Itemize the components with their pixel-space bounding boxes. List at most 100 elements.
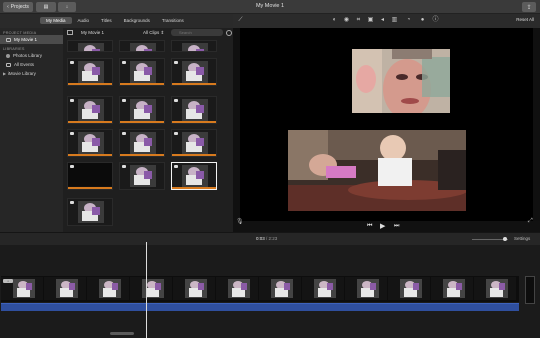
browser-settings-icon[interactable]: [226, 30, 232, 36]
frame-image: [302, 277, 344, 300]
sidebar-item-photos-library[interactable]: Photos Library: [0, 51, 63, 60]
end-clip[interactable]: [525, 276, 535, 304]
clip-image: [120, 97, 164, 123]
crop-icon[interactable]: ⌗: [355, 17, 362, 24]
filmstrip-frame: [259, 277, 302, 300]
media-tabs-bar: My Media Audio Titles Backgrounds Transi…: [0, 14, 233, 28]
filmstrip-frame: [302, 277, 345, 300]
tab-transitions[interactable]: Transitions: [156, 17, 190, 24]
camera-icon: [70, 132, 74, 135]
microphone-icon[interactable]: 🎙: [236, 218, 244, 225]
media-clip-thumbnail[interactable]: [119, 40, 165, 52]
reset-all-button[interactable]: Reset All: [516, 17, 534, 22]
media-clip-thumbnail[interactable]: [67, 58, 113, 86]
media-clip-thumbnail[interactable]: [119, 96, 165, 124]
clip-image: [68, 199, 112, 225]
clip-frame: [120, 130, 164, 156]
clip-frame: [68, 163, 112, 186]
video-canvas: [240, 28, 533, 221]
clip-frame: [120, 59, 164, 85]
sidebar-toggle-icon[interactable]: [67, 30, 73, 35]
used-clip-indicator: [172, 83, 216, 85]
sidebar-item-project[interactable]: My Movie 1: [0, 35, 63, 44]
sidebar-item-imovie-library[interactable]: ▶ iMovie Library: [0, 69, 63, 78]
noise-reduction-icon[interactable]: ▥: [391, 17, 398, 24]
camera-icon: [122, 99, 126, 102]
clip-frame: [172, 41, 216, 51]
speed-icon[interactable]: ◔: [405, 17, 412, 24]
media-clip-thumbnail[interactable]: [67, 198, 113, 226]
used-clip-indicator: [120, 187, 164, 189]
media-clip-thumbnail[interactable]: [67, 40, 113, 52]
clip-image: [68, 130, 112, 156]
face-image: [352, 49, 450, 113]
media-clip-thumbnail[interactable]: [67, 129, 113, 157]
playhead[interactable]: [146, 242, 147, 338]
search-input[interactable]: [171, 29, 223, 36]
fullscreen-icon[interactable]: ⤢: [528, 218, 533, 225]
clip-image: [172, 59, 216, 85]
sidebar-item-all-events[interactable]: All Events: [0, 60, 63, 69]
frame-image: [87, 277, 129, 300]
clip-filter-dropdown[interactable]: All Clips ⇕: [143, 30, 164, 36]
frame-image: [474, 277, 516, 300]
timeline-scrollbar[interactable]: [110, 332, 134, 335]
frame-image: [388, 277, 430, 300]
media-clip-thumbnail[interactable]: [67, 96, 113, 124]
media-clip-thumbnail[interactable]: [171, 162, 217, 190]
clip-image: [172, 130, 216, 156]
clip-frame: [120, 41, 164, 51]
filmstrip-frame: [130, 277, 173, 300]
main-video-frame: [288, 130, 466, 211]
share-icon: ⇪: [526, 4, 532, 11]
share-button[interactable]: ⇪: [522, 2, 536, 12]
disclosure-triangle-icon[interactable]: ▶: [3, 71, 6, 76]
title-bar: ‹ Projects ▤ ↓ My Movie 1 ⇪: [0, 0, 540, 14]
chevron-updown-icon: ⇕: [160, 30, 165, 35]
used-clip-indicator: [172, 154, 216, 156]
video-track[interactable]: [1, 276, 519, 302]
sidebar-item-label: All Events: [14, 62, 35, 67]
audio-track[interactable]: [1, 303, 519, 311]
media-clip-thumbnail[interactable]: [171, 40, 217, 52]
media-clip-thumbnail[interactable]: [171, 58, 217, 86]
media-clip-thumbnail[interactable]: [67, 162, 113, 190]
color-correction-icon[interactable]: ◉: [343, 17, 350, 24]
skip-forward-icon[interactable]: ⏭: [394, 223, 399, 230]
clip-frame: [68, 199, 112, 225]
info-icon[interactable]: ⓘ: [432, 17, 439, 24]
zoom-slider-knob[interactable]: [503, 237, 507, 241]
playback-controls: ⏮ ▶ ⏭: [233, 221, 540, 232]
sidebar-item-label: My Movie 1: [14, 37, 38, 42]
color-balance-icon[interactable]: ◐: [331, 17, 338, 24]
events-icon: [6, 62, 11, 67]
frame-image: [216, 277, 258, 300]
media-clip-thumbnail[interactable]: [171, 129, 217, 157]
skip-back-icon[interactable]: ⏮: [367, 223, 372, 230]
play-icon[interactable]: ▶: [380, 222, 385, 230]
clip-frame: [68, 130, 112, 156]
tab-backgrounds[interactable]: Backgrounds: [118, 17, 156, 24]
media-clip-thumbnail[interactable]: [171, 96, 217, 124]
media-clip-thumbnail[interactable]: [119, 58, 165, 86]
media-clip-thumbnail[interactable]: [119, 162, 165, 190]
used-clip-indicator: [68, 121, 112, 123]
frame-image: [44, 277, 86, 300]
stabilization-icon[interactable]: ▣: [367, 17, 374, 24]
used-clip-indicator: [68, 83, 112, 85]
timeline-header: 0:03 / 2:23 Settings: [0, 232, 540, 245]
tab-audio[interactable]: Audio: [72, 17, 96, 24]
media-browser: My Movie 1 All Clips ⇕: [63, 28, 233, 232]
media-clip-thumbnail[interactable]: [119, 129, 165, 157]
used-clip-indicator: [68, 187, 112, 189]
tab-titles[interactable]: Titles: [95, 17, 118, 24]
used-clip-indicator: [172, 187, 216, 189]
filter-icon[interactable]: ●: [419, 17, 426, 24]
timeline-settings-button[interactable]: Settings: [514, 236, 530, 241]
browser-title: My Movie 1: [81, 30, 105, 35]
browser-header: My Movie 1 All Clips ⇕: [63, 28, 233, 38]
tab-my-media[interactable]: My Media: [40, 17, 72, 24]
clip-image: [120, 59, 164, 85]
magic-wand-icon[interactable]: ⟋: [237, 17, 244, 24]
volume-icon[interactable]: ◂: [379, 17, 386, 24]
